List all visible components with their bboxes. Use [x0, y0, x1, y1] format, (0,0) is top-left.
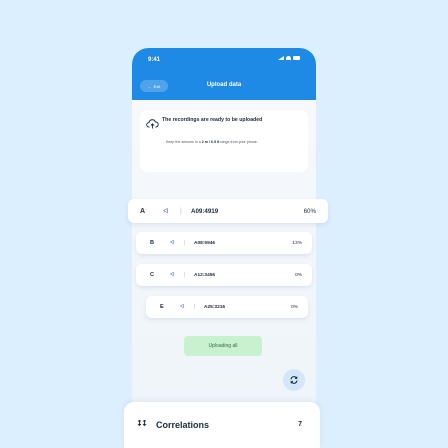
sensor-row-e[interactable]: E ᐊ | A25:3216 0%: [146, 296, 308, 318]
wifi-icon: [286, 56, 291, 60]
bluetooth-icon: ᐊ: [180, 304, 185, 310]
sensor-device-id: A09:4919: [191, 207, 219, 215]
correlations-panel[interactable]: Correlations 7: [124, 402, 320, 448]
bluetooth-icon: ᐊ: [170, 272, 175, 278]
correlations-count: 7: [298, 421, 302, 428]
divider: |: [184, 240, 186, 246]
sensor-row-c[interactable]: C ᐊ | A12:3456 0%: [136, 264, 312, 286]
sensor-letter: C: [150, 272, 155, 278]
bluetooth-icon: ᐊ: [170, 240, 175, 246]
sensor-letter: B: [150, 240, 155, 246]
page-title: Upload data: [206, 82, 242, 88]
sensor-letter: E: [160, 304, 164, 310]
upload-progress: 13%: [292, 240, 302, 246]
app-header: 9:41 ← Exit Upload data: [132, 48, 316, 100]
divider: |: [194, 304, 196, 310]
sensor-device-id: A12:3456: [194, 272, 216, 278]
correlations-label: Correlations: [156, 420, 210, 430]
upload-progress: 0%: [295, 272, 302, 278]
upload-progress: 60%: [303, 207, 316, 215]
sync-button[interactable]: [283, 369, 305, 391]
upload-notice: The recordings are ready to be uploaded …: [140, 110, 308, 172]
sync-icon: [290, 376, 298, 384]
sensor-device-id: A08:5946: [194, 240, 216, 246]
cloud-upload-icon: [146, 119, 159, 129]
upload-progress: 0%: [291, 304, 298, 310]
correlation-icon: [137, 420, 147, 427]
sensor-row-b[interactable]: B ᐊ | A08:5946 13%: [136, 232, 312, 254]
sensor-letter: A: [140, 207, 146, 215]
signal-icon: [278, 56, 284, 60]
sensor-row-a[interactable]: A ᐊ | A09:4919 60%: [128, 199, 328, 223]
divider: |: [184, 272, 186, 278]
battery-icon: [293, 56, 300, 60]
bluetooth-icon: ᐊ: [163, 208, 169, 215]
status-icons: [278, 56, 300, 60]
notice-hint: Keep the sensors in a 2 m / 6.5 ft range…: [166, 140, 258, 144]
sensor-device-id: A25:3216: [204, 304, 226, 310]
notice-title: The recordings are ready to be uploaded: [162, 117, 263, 123]
status-time: 9:41: [148, 57, 161, 63]
divider: |: [180, 207, 182, 215]
uploading-all-button[interactable]: Uploading all: [184, 336, 262, 356]
